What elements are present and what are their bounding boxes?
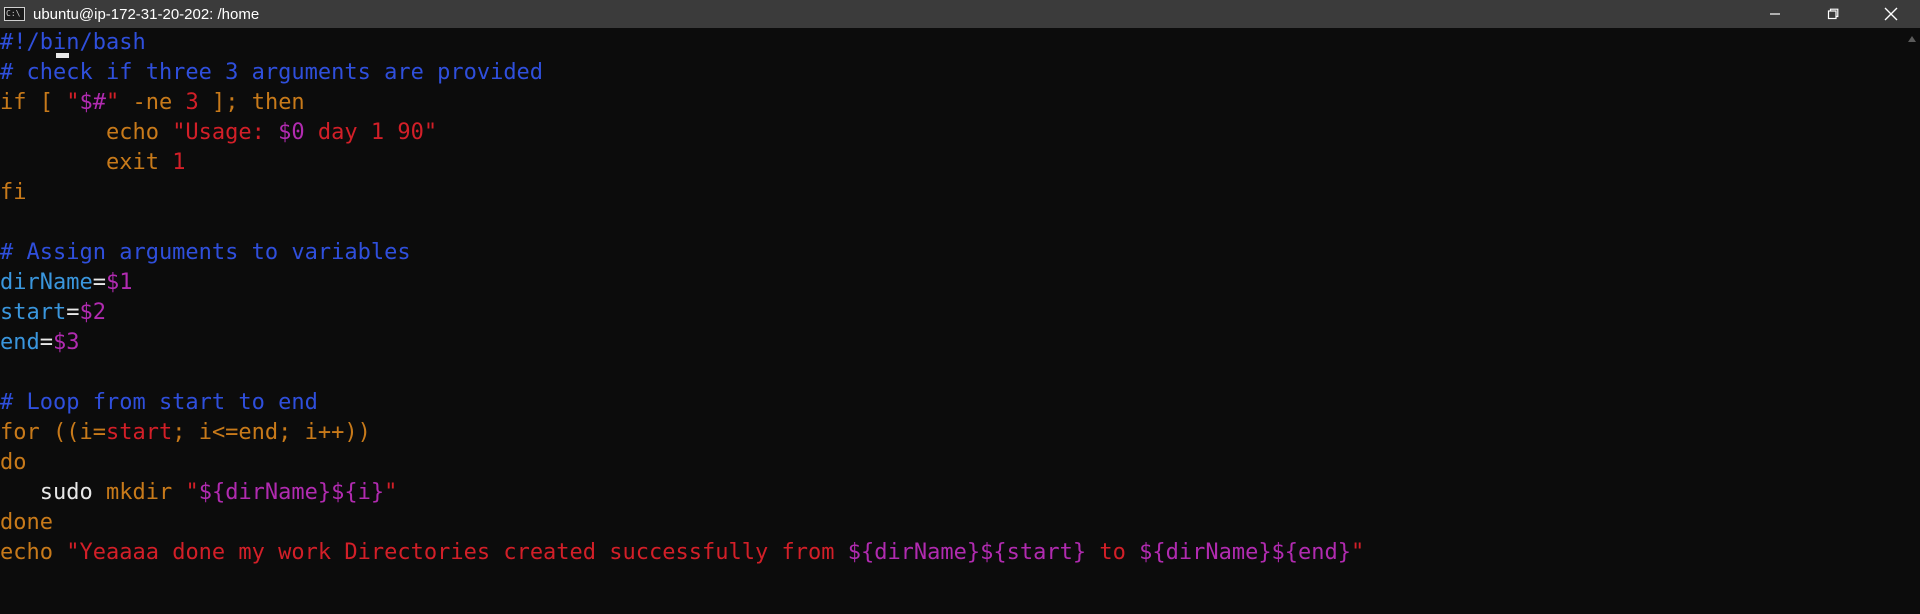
code-token: #!/bin/bash [0,30,146,55]
window-title: ubuntu@ip-172-31-20-202: /home [33,5,260,23]
restore-icon [1827,8,1839,20]
code-line[interactable]: echo "Yeaaaa done my work Directories cr… [0,538,1904,568]
code-token: -ne [119,90,186,115]
code-token: for ((i= [0,420,106,445]
restore-button[interactable] [1804,0,1862,28]
code-token: = [39,330,53,355]
code-line[interactable]: sudo mkdir "${dirName}${i}" [0,478,1904,508]
code-line[interactable]: exit 1 [0,148,1904,178]
text-cursor [56,53,69,58]
code-line[interactable]: # Loop from start to end [0,388,1904,418]
scroll-up-arrow-icon[interactable] [1908,36,1916,42]
code-token: to [1086,540,1140,565]
close-button[interactable] [1862,0,1920,28]
code-token: $0 [278,120,305,145]
code-line[interactable] [0,358,1904,388]
code-token: ; i<=end; i++)) [172,420,371,445]
code-token: "Usage: [172,120,279,145]
code-token: day 1 90" [304,120,438,145]
code-token: " [384,480,398,505]
code-token: $2 [79,300,106,325]
code-token: "Yeaaaa done my work Directories created… [66,540,848,565]
code-token: " [66,90,80,115]
code-token: mkdir [105,480,186,505]
code-line[interactable]: fi [0,178,1904,208]
code-token: dirName [0,270,93,295]
code-token: ${dirName}${start} [847,540,1087,565]
code-line[interactable]: echo "Usage: $0 day 1 90" [0,118,1904,148]
code-line[interactable]: if [ "$#" -ne 3 ]; then [0,88,1904,118]
code-token: echo [0,540,67,565]
code-token: ${dirName}${i} [198,480,385,505]
code-token: # Assign arguments to variables [0,240,411,265]
code-token: " [1351,540,1365,565]
close-icon [1884,7,1898,21]
terminal-window: C:\ ubuntu@ip-172-31-20-202: /home #!/bi… [0,0,1920,614]
code-token: echo [0,120,173,145]
code-token: $1 [105,270,133,295]
code-token: sudo [0,480,106,505]
code-line[interactable]: start=$2 [0,298,1904,328]
code-line[interactable]: dirName=$1 [0,268,1904,298]
window-controls [1746,0,1920,28]
code-line[interactable]: for ((i=start; i<=end; i++)) [0,418,1904,448]
code-token: if [ [0,90,67,115]
terminal-app-icon[interactable]: C:\ [4,7,25,21]
code-token: " [105,90,120,115]
code-token: fi [0,180,27,205]
code-line[interactable]: # check if three 3 arguments are provide… [0,58,1904,88]
script-editor-area[interactable]: #!/bin/bash # check if three 3 arguments … [0,28,1904,614]
code-token: = [66,300,80,325]
code-token: done [0,510,53,535]
code-token: ${dirName}${end} [1139,540,1352,565]
code-token: $# [79,90,106,115]
code-line[interactable]: done [0,508,1904,538]
title-bar[interactable]: C:\ ubuntu@ip-172-31-20-202: /home [0,0,1920,28]
code-token: # check if three 3 arguments are provide… [0,60,544,85]
code-token: 3 [185,90,199,115]
code-line[interactable]: #!/bin/bash [0,28,1904,58]
code-token: start [0,300,67,325]
code-line[interactable] [0,208,1904,238]
code-line[interactable]: # Assign arguments to variables [0,238,1904,268]
code-token: start [105,420,173,445]
minimize-icon [1770,13,1780,15]
code-token: = [92,270,106,295]
vertical-scrollbar[interactable] [1904,28,1920,614]
code-token: ]; then [198,90,305,115]
code-token: 1 [172,150,186,175]
code-token: do [0,450,27,475]
minimize-button[interactable] [1746,0,1804,28]
code-line[interactable]: end=$3 [0,328,1904,358]
code-token: end [0,330,40,355]
code-token: # Loop from start to end [0,390,318,415]
code-token: exit [0,150,173,175]
code-token: $3 [53,330,80,355]
code-token: " [185,480,199,505]
code-line[interactable]: do [0,448,1904,478]
